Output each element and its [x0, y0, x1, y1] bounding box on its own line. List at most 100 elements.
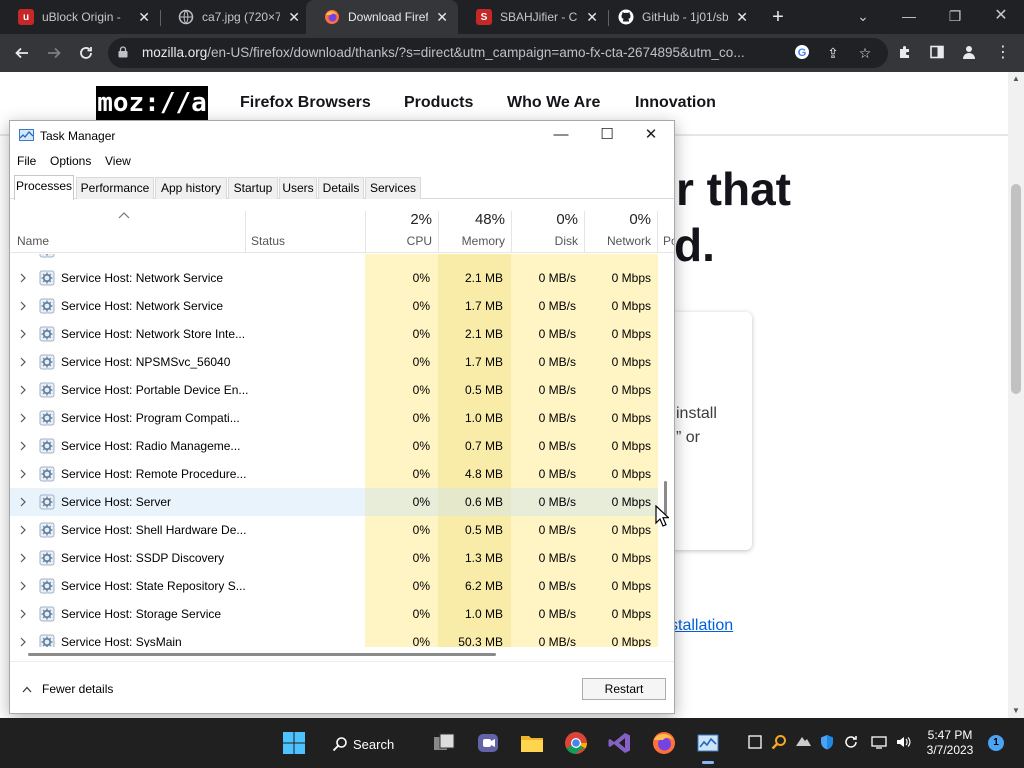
table-row[interactable]: Service Host: State Repository S... 0% 6.2…	[10, 572, 658, 600]
close-window-button[interactable]: ✕	[978, 0, 1024, 34]
security-shield-icon[interactable]	[818, 734, 836, 752]
sync-tray-icon[interactable]	[842, 734, 860, 752]
expand-chevron-icon[interactable]	[19, 580, 27, 591]
browser-tab-firefox-download[interactable]: Download Firefo ✕	[306, 0, 458, 34]
tm-maximize-button[interactable]: ☐	[584, 121, 630, 151]
column-divider[interactable]	[657, 211, 658, 253]
nav-who-we-are[interactable]: Who We Are	[507, 94, 600, 112]
chrome-icon[interactable]	[564, 731, 588, 755]
menu-file[interactable]: File	[17, 154, 36, 168]
table-row[interactable]: Service Host: SSDP Discovery 0% 1.3 MB 0 MB…	[10, 544, 658, 572]
close-icon[interactable]: ✕	[586, 9, 598, 26]
tab-details[interactable]: Details	[318, 177, 364, 199]
teams-chat-icon[interactable]	[476, 731, 500, 755]
close-icon[interactable]: ✕	[436, 9, 448, 26]
expand-chevron-icon[interactable]	[19, 328, 27, 339]
scroll-up-icon[interactable]: ▲	[1008, 74, 1024, 83]
tab-users[interactable]: Users	[279, 177, 317, 199]
column-status[interactable]: Status	[251, 234, 285, 248]
expand-chevron-icon[interactable]	[19, 440, 27, 451]
restore-button[interactable]: ❐	[932, 0, 978, 34]
expand-chevron-icon[interactable]	[19, 468, 27, 479]
column-memory[interactable]: Memory	[439, 234, 505, 248]
profile-avatar-icon[interactable]	[960, 44, 978, 62]
table-row[interactable]: Service Host: Network Service 0% 2.1 MB 0 M…	[10, 264, 658, 292]
table-row[interactable]: Service Host: Portable Device En... 0% 0.5…	[10, 376, 658, 404]
expand-chevron-icon[interactable]	[19, 552, 27, 563]
notepad-tray-icon[interactable]	[746, 734, 764, 752]
url-text[interactable]: mozilla.org/en-US/firefox/download/thank…	[142, 38, 792, 68]
expand-chevron-icon[interactable]	[19, 412, 27, 423]
browser-tab-github[interactable]: GitHub - 1j01/sb ✕	[600, 0, 758, 34]
expand-chevron-icon[interactable]	[19, 524, 27, 535]
table-row[interactable]: Service Host: Shell Hardware De... 0% 0.5 …	[10, 516, 658, 544]
expand-chevron-icon[interactable]	[19, 384, 27, 395]
table-row[interactable]: Service Host: Network Service 0% 1.7 MB 0 M…	[10, 292, 658, 320]
table-row[interactable]: Service Host: Server 0% 0.6 MB 0 MB/s 0 Mbps	[10, 488, 658, 516]
browser-tab-sbahjifier[interactable]: S SBAHJifier - Chr ✕	[458, 0, 608, 34]
reload-button[interactable]	[73, 40, 99, 66]
process-list-horizontal-scrollbar[interactable]	[10, 647, 674, 661]
forward-button[interactable]	[41, 40, 67, 66]
lock-icon[interactable]	[118, 46, 128, 58]
disk-total-percent[interactable]: 0%	[512, 211, 578, 228]
nav-innovation[interactable]: Innovation	[635, 94, 716, 112]
notification-badge[interactable]: 1	[988, 735, 1004, 751]
expand-chevron-icon[interactable]	[19, 300, 27, 311]
page-scrollbar[interactable]: ▲ ▼	[1008, 72, 1024, 718]
expand-chevron-icon[interactable]	[19, 636, 27, 647]
menu-view[interactable]: View	[105, 154, 131, 168]
installation-help-link[interactable]: stallation	[670, 617, 733, 635]
cloud-tray-icon[interactable]	[794, 734, 812, 752]
column-cpu[interactable]: CPU	[366, 234, 432, 248]
column-name[interactable]: Name	[17, 234, 49, 248]
start-windows-icon[interactable]	[282, 731, 306, 755]
share-icon[interactable]: ⇪	[824, 44, 842, 62]
horizontal-scrollbar-thumb[interactable]	[28, 653, 496, 656]
new-tab-button[interactable]: +	[766, 4, 790, 30]
taskbar-clock[interactable]: 5:47 PM 3/7/2023	[918, 728, 982, 758]
tab-app-history[interactable]: App history	[155, 177, 227, 199]
bookmark-star-icon[interactable]: ☆	[856, 44, 874, 62]
google-lens-icon[interactable]: G	[793, 44, 811, 62]
tab-startup[interactable]: Startup	[228, 177, 278, 199]
process-list-vertical-scrollbar[interactable]	[658, 254, 674, 647]
close-icon[interactable]: ✕	[138, 9, 150, 26]
display-tray-icon[interactable]	[870, 734, 888, 752]
close-icon[interactable]: ✕	[288, 9, 300, 26]
minimize-button[interactable]: —	[886, 0, 932, 34]
kebab-menu-icon[interactable]: ⋮	[994, 44, 1012, 62]
table-row[interactable]: Service Host: Program Compati... 0% 1.0 MB…	[10, 404, 658, 432]
menu-options[interactable]: Options	[50, 154, 91, 168]
nav-products[interactable]: Products	[404, 94, 473, 112]
tm-minimize-button[interactable]: —	[538, 121, 584, 151]
mozilla-logo[interactable]: moz://a	[96, 86, 208, 120]
expand-chevron-icon[interactable]	[19, 608, 27, 619]
cpu-total-percent[interactable]: 2%	[366, 211, 432, 228]
volume-icon[interactable]	[894, 734, 912, 752]
extensions-puzzle-icon[interactable]	[896, 44, 914, 62]
nav-firefox-browsers[interactable]: Firefox Browsers	[240, 94, 371, 112]
fewer-details-toggle[interactable]: Fewer details	[22, 682, 113, 696]
column-network[interactable]: Network	[585, 234, 651, 248]
browser-tab-image[interactable]: ca7.jpg (720×70 ✕	[160, 0, 310, 34]
expand-chevron-icon[interactable]	[19, 496, 27, 507]
file-explorer-icon[interactable]	[520, 731, 544, 755]
table-row[interactable]: Service Host: SysMain 0% 50.3 MB 0 MB/s 0 Mb…	[10, 628, 658, 647]
back-button[interactable]	[9, 40, 35, 66]
page-scrollbar-thumb[interactable]	[1011, 184, 1021, 394]
tab-performance[interactable]: Performance	[76, 177, 154, 199]
task-view-icon[interactable]	[432, 731, 456, 755]
task-manager-taskbar-icon[interactable]	[696, 731, 720, 764]
tab-processes[interactable]: Processes	[14, 175, 74, 200]
column-divider[interactable]	[245, 211, 246, 253]
address-bar[interactable]: mozilla.org/en-US/firefox/download/thank…	[108, 38, 888, 68]
search-tray-icon[interactable]	[770, 734, 788, 752]
expand-chevron-icon[interactable]	[19, 272, 27, 283]
tab-search-icon[interactable]: ⌄	[840, 0, 886, 34]
tm-close-button[interactable]: ✕	[628, 121, 674, 151]
table-row[interactable]: Service Host: Radio Manageme... 0% 0.7 MB 0…	[10, 432, 658, 460]
scroll-down-icon[interactable]: ▼	[1008, 706, 1024, 715]
side-panel-icon[interactable]	[928, 44, 946, 62]
restart-button[interactable]: Restart	[582, 678, 666, 700]
